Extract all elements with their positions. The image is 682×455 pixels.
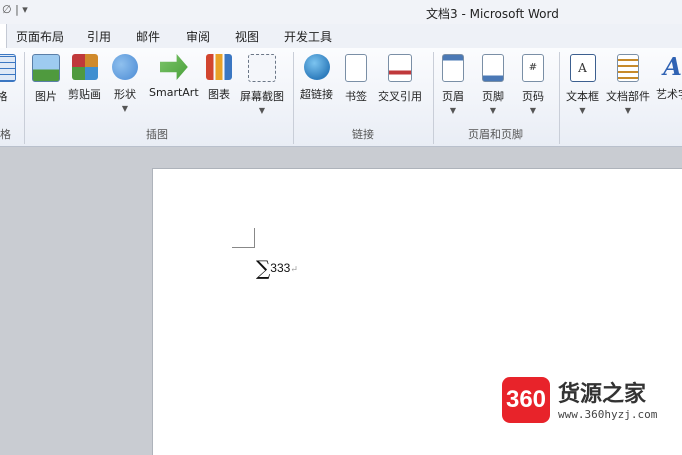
smartart-label: SmartArt [149, 86, 199, 99]
paragraph-mark: ↵ [290, 265, 298, 275]
watermark-url: www.360hyzj.com [558, 408, 657, 421]
cross-reference-button[interactable]: 交叉引用 [378, 54, 422, 104]
header-icon [442, 54, 464, 82]
tab-references[interactable]: 引用 [87, 28, 111, 45]
chart-button[interactable]: 图表 [206, 54, 232, 102]
active-tab-edge [0, 24, 7, 49]
bookmark-button[interactable]: 书签 [345, 54, 367, 104]
chart-label: 图表 [208, 88, 230, 101]
group-divider [559, 52, 560, 144]
page-number-label: 页码 [522, 90, 544, 103]
sum-symbol: ∑ [256, 256, 270, 280]
chart-icon [206, 54, 232, 80]
textbox-icon: A [570, 54, 596, 82]
textbox-label: 文本框 [566, 90, 599, 103]
group-divider [293, 52, 294, 144]
textbox-button[interactable]: A 文本框 ▼ [566, 54, 599, 115]
quick-parts-icon [617, 54, 639, 82]
bookmark-label: 书签 [345, 90, 367, 103]
smartart-icon [160, 54, 188, 80]
group-label-illustrations: 插图 [146, 126, 168, 142]
tab-developer[interactable]: 开发工具 [284, 28, 332, 45]
group-label-tables: 格 [0, 126, 11, 142]
footer-button[interactable]: 页脚 ▼ [482, 54, 504, 115]
clipart-label: 剪贴画 [68, 88, 101, 101]
watermark-logo: 360 [502, 377, 550, 423]
equation-value: 333 [270, 261, 290, 275]
footer-icon [482, 54, 504, 82]
shapes-button[interactable]: 形状 ▼ [112, 54, 138, 113]
chevron-down-icon[interactable]: ▼ [482, 106, 504, 115]
shapes-label: 形状 [114, 88, 136, 101]
chevron-down-icon[interactable]: ▼ [240, 106, 284, 115]
window-title: 文档3 - Microsoft Word [426, 5, 559, 22]
tab-page-layout[interactable]: 页面布局 [16, 28, 64, 45]
clipart-button[interactable]: 剪贴画 [68, 54, 101, 102]
header-button[interactable]: 页眉 ▼ [442, 54, 464, 115]
ribbon-tabs: 页面布局 引用 邮件 审阅 视图 开发工具 [0, 24, 682, 49]
group-label-header-footer: 页眉和页脚 [468, 126, 523, 142]
hyperlink-button[interactable]: 超链接 [300, 54, 333, 102]
quick-access-toolbar[interactable]: ∅ | ▾ [2, 3, 28, 16]
cross-reference-label: 交叉引用 [378, 90, 422, 103]
bookmark-icon [345, 54, 367, 82]
shapes-icon [112, 54, 138, 80]
screenshot-label: 屏幕截图 [240, 90, 284, 103]
screenshot-icon [248, 54, 276, 82]
tab-review[interactable]: 审阅 [186, 28, 210, 45]
picture-button[interactable]: 图片 [32, 54, 60, 104]
clipart-icon [72, 54, 98, 80]
header-label: 页眉 [442, 90, 464, 103]
tab-view[interactable]: 视图 [235, 28, 259, 45]
chevron-down-icon[interactable]: ▼ [442, 106, 464, 115]
quick-parts-label: 文档部件 [606, 90, 650, 103]
page-number-button[interactable]: # 页码 ▼ [522, 54, 544, 115]
group-label-links: 链接 [352, 126, 374, 142]
hyperlink-icon [304, 54, 330, 80]
smartart-button[interactable]: SmartArt [149, 54, 199, 99]
ribbon: 格 图片 剪贴画 形状 ▼ SmartArt 图表 屏幕截图 ▼ 超链接 书签 … [0, 48, 682, 147]
quick-parts-button[interactable]: 文档部件 ▼ [606, 54, 650, 115]
margin-corner-mark [232, 228, 255, 248]
equation[interactable]: ∑333↵ [256, 256, 298, 280]
cross-reference-icon [388, 54, 412, 82]
screenshot-button[interactable]: 屏幕截图 ▼ [240, 54, 284, 115]
wordart-button[interactable]: A 艺术字 [656, 54, 682, 102]
footer-label: 页脚 [482, 90, 504, 103]
wordart-label: 艺术字 [656, 88, 682, 101]
group-divider [433, 52, 434, 144]
table-button[interactable]: 格 [0, 54, 16, 104]
group-divider [24, 52, 25, 144]
tab-mailings[interactable]: 邮件 [136, 28, 160, 45]
hyperlink-label: 超链接 [300, 88, 333, 101]
chevron-down-icon[interactable]: ▼ [566, 106, 599, 115]
picture-label: 图片 [35, 90, 57, 103]
page-number-icon: # [522, 54, 544, 82]
watermark-name: 货源之家 [558, 376, 646, 408]
table-icon [0, 54, 16, 82]
table-label: 格 [0, 90, 8, 103]
chevron-down-icon[interactable]: ▼ [522, 106, 544, 115]
picture-icon [32, 54, 60, 82]
wordart-icon: A [660, 54, 682, 80]
title-bar: ∅ | ▾ 文档3 - Microsoft Word [0, 0, 682, 24]
chevron-down-icon[interactable]: ▼ [606, 106, 650, 115]
chevron-down-icon[interactable]: ▼ [112, 104, 138, 113]
